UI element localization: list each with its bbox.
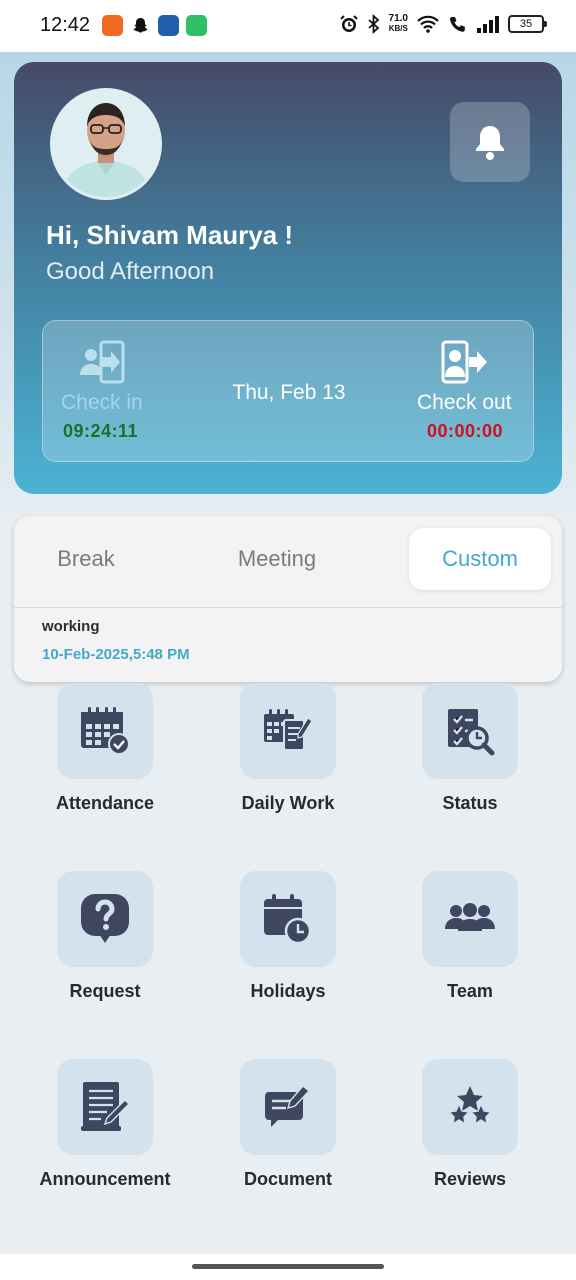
menu-document-button[interactable] bbox=[240, 1059, 336, 1155]
alarm-icon bbox=[339, 15, 358, 32]
menu-request[interactable]: Request bbox=[10, 871, 200, 1021]
profile-card: Hi, Shivam Maurya ! Good Afternoon Check… bbox=[14, 62, 562, 494]
status-bar: 12:42 71.0 KB/S 35 bbox=[0, 0, 576, 52]
blue-app-icon bbox=[158, 15, 179, 36]
snapchat-icon bbox=[130, 15, 151, 36]
menu-request-button[interactable] bbox=[57, 871, 153, 967]
stars-icon bbox=[447, 1086, 493, 1126]
question-bubble-icon bbox=[81, 894, 129, 943]
menu-status[interactable]: Status bbox=[375, 683, 565, 833]
menu-daily-work-button[interactable] bbox=[240, 683, 336, 779]
wifi-icon bbox=[417, 15, 439, 33]
network-speed: 71.0 KB/S bbox=[389, 14, 408, 34]
activity-timestamp: 10-Feb-2025,5:48 PM bbox=[42, 646, 190, 663]
report-search-icon bbox=[448, 709, 495, 756]
bell-icon bbox=[476, 126, 504, 160]
notification-button[interactable] bbox=[450, 102, 530, 182]
document-pen-icon bbox=[81, 1082, 130, 1131]
menu-status-button[interactable] bbox=[422, 683, 518, 779]
team-icon bbox=[445, 903, 495, 931]
menu-holidays-button[interactable] bbox=[240, 871, 336, 967]
wifi-calling-icon bbox=[450, 17, 465, 32]
status-time: 12:42 bbox=[40, 14, 91, 36]
bluetooth-icon bbox=[367, 14, 379, 34]
menu-attendance-button[interactable] bbox=[57, 683, 153, 779]
divider bbox=[14, 607, 562, 608]
calendar-check-icon bbox=[81, 707, 130, 755]
menu-document[interactable]: Document bbox=[193, 1059, 383, 1209]
orange-app-icon bbox=[102, 15, 123, 36]
tab-break[interactable]: Break bbox=[30, 528, 142, 590]
network-speed-unit: KB/S bbox=[388, 24, 408, 33]
menu-document-label: Document bbox=[243, 1169, 332, 1189]
network-speed-value: 71.0 bbox=[388, 13, 408, 24]
menu-request-label: Request bbox=[69, 981, 141, 1001]
menu-attendance[interactable]: Attendance bbox=[10, 683, 200, 833]
check-out-time: 00:00:00 bbox=[427, 421, 504, 441]
menu-reviews-label: Reviews bbox=[433, 1169, 507, 1189]
menu-team-button[interactable] bbox=[422, 871, 518, 967]
battery-indicator: 35 bbox=[508, 15, 547, 33]
menu-daily-work-label: Daily Work bbox=[241, 793, 335, 813]
menu-team[interactable]: Team bbox=[375, 871, 565, 1021]
status-system-icons: 71.0 KB/S 35 bbox=[339, 14, 547, 34]
greeting-name: Hi, Shivam Maurya ! bbox=[46, 220, 294, 250]
activity-status: working bbox=[42, 618, 100, 635]
menu-announcement-label: Announcement bbox=[39, 1169, 171, 1189]
menu-announcement-button[interactable] bbox=[57, 1059, 153, 1155]
tab-custom[interactable]: Custom bbox=[409, 528, 551, 590]
signal-icon bbox=[477, 16, 499, 33]
calendar-clock-icon bbox=[264, 894, 312, 945]
menu-status-label: Status bbox=[442, 793, 498, 813]
home-handle[interactable] bbox=[192, 1264, 384, 1269]
attendance-panel: Check in 09:24:11 Thu, Feb 13 Check out … bbox=[42, 320, 534, 462]
green-bag-icon bbox=[186, 15, 207, 36]
gesture-bar bbox=[0, 1254, 576, 1280]
message-edit-icon bbox=[265, 1085, 311, 1127]
menu-announcement[interactable]: Announcement bbox=[10, 1059, 200, 1209]
calendar-pen-icon bbox=[264, 709, 313, 751]
menu-reviews[interactable]: Reviews bbox=[375, 1059, 565, 1209]
menu-holidays[interactable]: Holidays bbox=[193, 871, 383, 1021]
avatar[interactable] bbox=[50, 88, 162, 200]
check-out-label: Check out bbox=[417, 391, 512, 414]
check-in-time: 09:24:11 bbox=[63, 421, 139, 441]
notification-icons bbox=[102, 15, 207, 36]
greeting-time: Good Afternoon bbox=[46, 258, 215, 285]
menu-attendance-label: Attendance bbox=[55, 793, 154, 813]
menu-team-label: Team bbox=[447, 981, 493, 1001]
tab-meeting[interactable]: Meeting bbox=[214, 528, 340, 590]
check-out-icon bbox=[441, 340, 487, 384]
menu-reviews-button[interactable] bbox=[422, 1059, 518, 1155]
menu-daily-work[interactable]: Daily Work bbox=[193, 683, 383, 833]
check-in-icon bbox=[80, 340, 125, 384]
menu-holidays-label: Holidays bbox=[250, 981, 326, 1001]
activity-card: Break Meeting Custom working 10-Feb-2025… bbox=[14, 516, 562, 682]
